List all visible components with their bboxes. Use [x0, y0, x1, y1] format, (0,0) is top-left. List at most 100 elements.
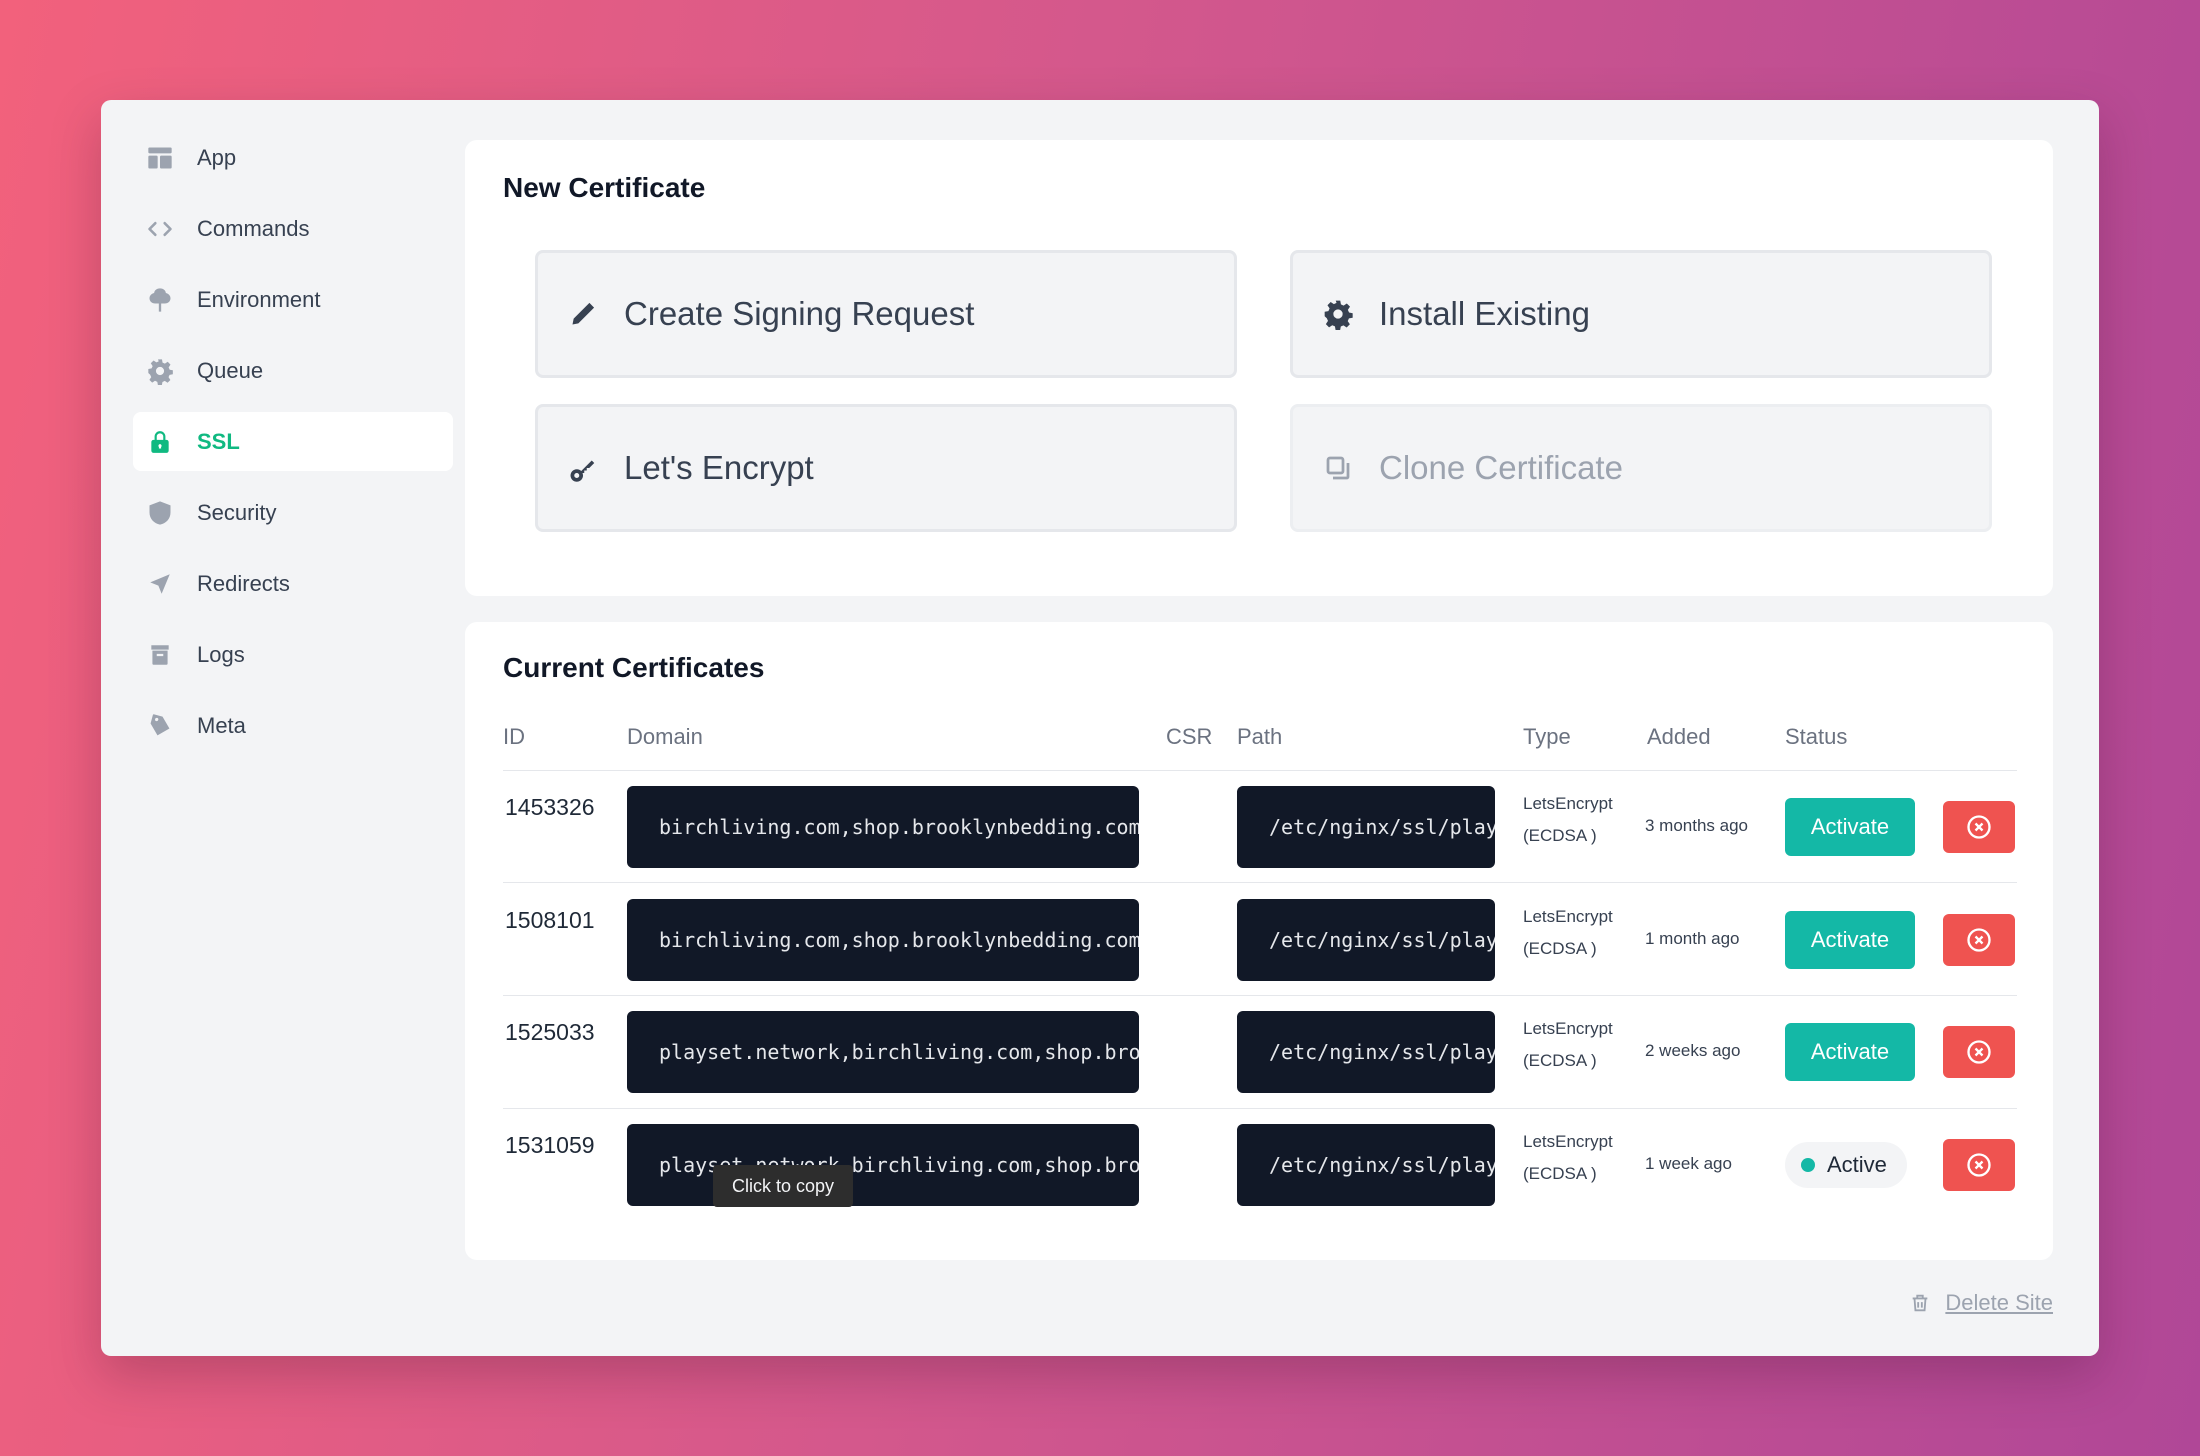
domain-code[interactable]: birchliving.com,shop.brooklynbedding.com… [627, 899, 1139, 981]
delete-certificate-button[interactable] [1943, 1139, 2015, 1191]
close-circle-icon [1967, 928, 1991, 952]
path-code[interactable]: /etc/nginx/ssl/playset.network [1237, 1124, 1495, 1206]
gear-icon [145, 356, 175, 386]
layout-icon [145, 143, 175, 173]
sidebar-item-logs[interactable]: Logs [133, 625, 453, 684]
delete-certificate-button[interactable] [1943, 914, 2015, 966]
certificate-type: LetsEncrypt (ECDSA ) [1523, 901, 1613, 965]
status-label: Active [1827, 1152, 1887, 1177]
create-signing-request-button[interactable]: Create Signing Request [535, 250, 1237, 378]
sidebar-item-ssl[interactable]: SSL [133, 412, 453, 471]
certificate-type: LetsEncrypt (ECDSA ) [1523, 1013, 1613, 1077]
sidebar-item-label: Environment [197, 286, 321, 312]
path-code[interactable]: /etc/nginx/ssl/playset.network [1237, 1011, 1495, 1093]
option-label: Create Signing Request [624, 295, 975, 332]
copy-tooltip: Click to copy [713, 1165, 853, 1207]
row-divider [503, 882, 2017, 883]
activate-button[interactable]: Activate [1785, 1023, 1915, 1081]
row-divider [503, 1108, 2017, 1109]
new-certificate-title: New Certificate [503, 172, 706, 203]
option-label: Clone Certificate [1379, 449, 1623, 486]
type-algorithm: (ECDSA ) [1523, 1051, 1597, 1070]
delete-certificate-button[interactable] [1943, 801, 2015, 853]
lets-encrypt-button[interactable]: Let's Encrypt [535, 404, 1237, 532]
row-divider [503, 770, 2017, 771]
delete-site-link[interactable]: Delete Site [1909, 1290, 2053, 1316]
domain-code[interactable]: birchliving.com,shop.brooklynbedding.com [627, 786, 1139, 868]
new-certificate-card: New Certificate Create Signing Request I… [465, 140, 2053, 596]
clone-certificate-button[interactable]: Clone Certificate [1290, 404, 1992, 532]
send-icon [145, 569, 175, 599]
sidebar-item-label: Security [197, 499, 277, 525]
status-badge: Active [1785, 1142, 1907, 1188]
path-code[interactable]: /etc/nginx/ssl/playset.network [1237, 786, 1495, 868]
status-dot [1801, 1158, 1815, 1172]
tree-icon [145, 285, 175, 315]
close-circle-icon [1967, 815, 1991, 839]
certificate-type: LetsEncrypt (ECDSA ) [1523, 788, 1613, 852]
row-divider [503, 995, 2017, 996]
sidebar-item-environment[interactable]: Environment [133, 270, 453, 329]
domain-code[interactable]: playset.network,birchliving.com,shop.bro… [627, 1124, 1139, 1206]
type-name: LetsEncrypt [1523, 1019, 1613, 1038]
sidebar-item-label: Commands [197, 215, 310, 241]
sidebar-item-label: Redirects [197, 570, 290, 596]
sidebar-item-security[interactable]: Security [133, 483, 453, 542]
code-icon [145, 214, 175, 244]
column-header-path: Path [1237, 724, 1283, 749]
type-algorithm: (ECDSA ) [1523, 1164, 1597, 1183]
type-algorithm: (ECDSA ) [1523, 939, 1597, 958]
sidebar-item-meta[interactable]: Meta [133, 696, 453, 755]
column-header-status: Status [1785, 724, 1848, 749]
sidebar-item-label: Queue [197, 357, 264, 383]
key-icon [566, 451, 600, 485]
archive-icon [145, 640, 175, 670]
added-time: 2 weeks ago [1645, 1041, 1741, 1060]
sidebar: App Commands Environment Queue SSL Secur… [133, 128, 453, 767]
certificate-id: 1525033 [505, 1019, 595, 1045]
certificate-id: 1508101 [505, 907, 595, 933]
path-code[interactable]: /etc/nginx/ssl/playset.network [1237, 899, 1495, 981]
sidebar-item-redirects[interactable]: Redirects [133, 554, 453, 613]
current-certificates-card: Current Certificates ID Domain CSR Path … [465, 622, 2053, 1260]
added-time: 1 month ago [1645, 929, 1740, 948]
type-algorithm: (ECDSA ) [1523, 826, 1597, 845]
sidebar-item-queue[interactable]: Queue [133, 341, 453, 400]
column-header-id: ID [503, 724, 525, 749]
sidebar-item-app[interactable]: App [133, 128, 453, 187]
column-header-csr: CSR [1166, 724, 1213, 749]
activate-button[interactable]: Activate [1785, 798, 1915, 856]
option-label: Install Existing [1379, 295, 1590, 332]
sidebar-item-commands[interactable]: Commands [133, 199, 453, 258]
tag-icon [145, 711, 175, 741]
sidebar-item-label: App [197, 144, 237, 170]
added-time: 3 months ago [1645, 816, 1749, 835]
close-circle-icon [1967, 1040, 1991, 1064]
type-name: LetsEncrypt [1523, 1132, 1613, 1151]
column-header-type: Type [1523, 724, 1571, 749]
column-header-added: Added [1647, 724, 1711, 749]
shield-icon [145, 498, 175, 528]
type-name: LetsEncrypt [1523, 794, 1613, 813]
column-header-domain: Domain [627, 724, 703, 749]
certificate-type: LetsEncrypt (ECDSA ) [1523, 1126, 1613, 1190]
sidebar-item-label: Logs [197, 641, 245, 667]
lock-icon [145, 427, 175, 457]
domain-code[interactable]: playset.network,birchliving.com,shop.bro… [627, 1011, 1139, 1093]
certificate-id: 1531059 [505, 1132, 595, 1158]
option-label: Let's Encrypt [624, 449, 814, 486]
pencil-icon [566, 297, 600, 331]
delete-site-label: Delete Site [1945, 1290, 2053, 1315]
sidebar-item-label: Meta [197, 712, 246, 738]
certificate-id: 1453326 [505, 794, 595, 820]
gear-icon [1321, 297, 1355, 331]
delete-certificate-button[interactable] [1943, 1026, 2015, 1078]
activate-button[interactable]: Activate [1785, 911, 1915, 969]
app-window: App Commands Environment Queue SSL Secur… [101, 100, 2099, 1356]
trash-icon [1913, 1294, 1928, 1312]
type-name: LetsEncrypt [1523, 907, 1613, 926]
install-existing-button[interactable]: Install Existing [1290, 250, 1992, 378]
added-time: 1 week ago [1645, 1154, 1732, 1173]
copy-icon [1321, 451, 1355, 485]
sidebar-item-label: SSL [197, 428, 240, 454]
